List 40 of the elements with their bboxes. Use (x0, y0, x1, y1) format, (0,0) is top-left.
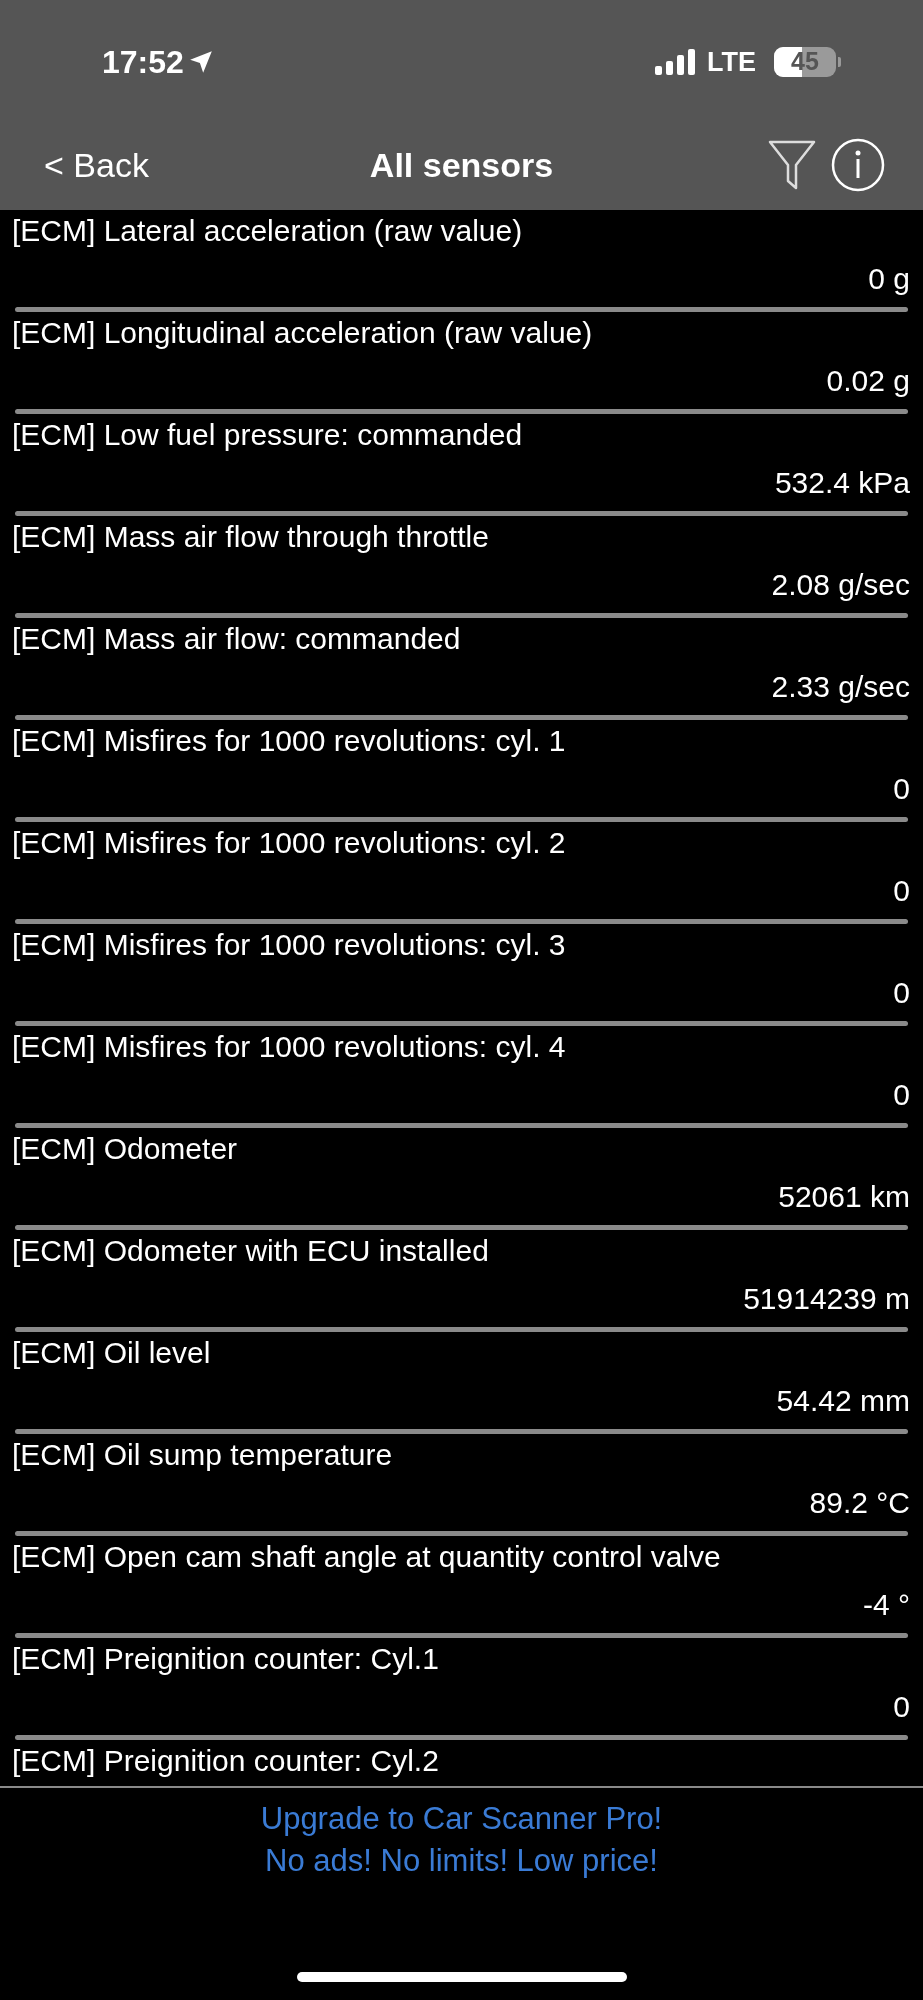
sensor-name: [ECM] Lateral acceleration (raw value) (11, 214, 524, 248)
sensor-name: [ECM] Preignition counter: Cyl.2 (11, 1744, 440, 1778)
signal-icon (655, 49, 697, 75)
sensor-value: 0 g (868, 261, 911, 297)
sensor-name: [ECM] Oil level (11, 1336, 212, 1370)
sensor-name: [ECM] Misfires for 1000 revolutions: cyl. 3 (11, 928, 567, 962)
sensor-name: [ECM] Misfires for 1000 revolutions: cyl. 2 (11, 826, 567, 860)
info-icon[interactable] (831, 138, 885, 192)
sensor-name: [ECM] Misfires for 1000 revolutions: cyl. 1 (11, 724, 567, 758)
back-button[interactable]: < Back (44, 139, 149, 191)
upgrade-link[interactable]: Upgrade to Car Scanner Pro! (260, 1798, 663, 1840)
sensor-value: 532.4 kPa (774, 465, 911, 501)
sensor-value: 89.2 °C (809, 1485, 911, 1521)
sensor-name: [ECM] Misfires for 1000 revolutions: cyl. 4 (11, 1030, 567, 1064)
sensor-value: 0 (893, 975, 911, 1011)
sensor-name: [ECM] Odometer with ECU installed (11, 1234, 490, 1268)
page-title: All sensors (369, 144, 554, 186)
sensor-value: 0 (893, 873, 911, 909)
sensor-value: 52061 km (778, 1179, 911, 1215)
network-label: LTE (707, 45, 756, 79)
upgrade-link[interactable]: No ads! No limits! Low price! (265, 1840, 658, 1882)
status-time: 17:52 (102, 43, 184, 82)
sensor-name: [ECM] Preignition counter: Cyl.1 (11, 1642, 440, 1676)
sensor-value: 0 (893, 1077, 911, 1113)
sensor-value: -4 ° (863, 1587, 911, 1623)
sensor-name: [ECM] Open cam shaft angle at quantity control valve (11, 1540, 722, 1574)
sensor-value: 0.02 g (826, 363, 911, 399)
sensor-name: [ECM] Low fuel pressure: commanded (11, 418, 524, 452)
sensor-value: 0 (893, 771, 911, 807)
sensor-value: 51914239 m (743, 1281, 911, 1317)
sensor-value: 54.42 mm (776, 1383, 911, 1419)
sensor-name: [ECM] Oil sump temperature (11, 1438, 394, 1472)
sensor-value: 0 (893, 1689, 911, 1725)
sensor-name: [ECM] Odometer (11, 1132, 239, 1166)
sensor-value: 2.33 g/sec (771, 669, 911, 705)
sensor-value: 2.08 g/sec (771, 567, 911, 603)
sensor-name: [ECM] Mass air flow: commanded (11, 622, 462, 656)
sensor-name: [ECM] Mass air flow through throttle (11, 520, 490, 554)
filter-icon[interactable] (767, 139, 817, 191)
sensor-name: [ECM] Longitudinal acceleration (raw value) (11, 316, 594, 350)
